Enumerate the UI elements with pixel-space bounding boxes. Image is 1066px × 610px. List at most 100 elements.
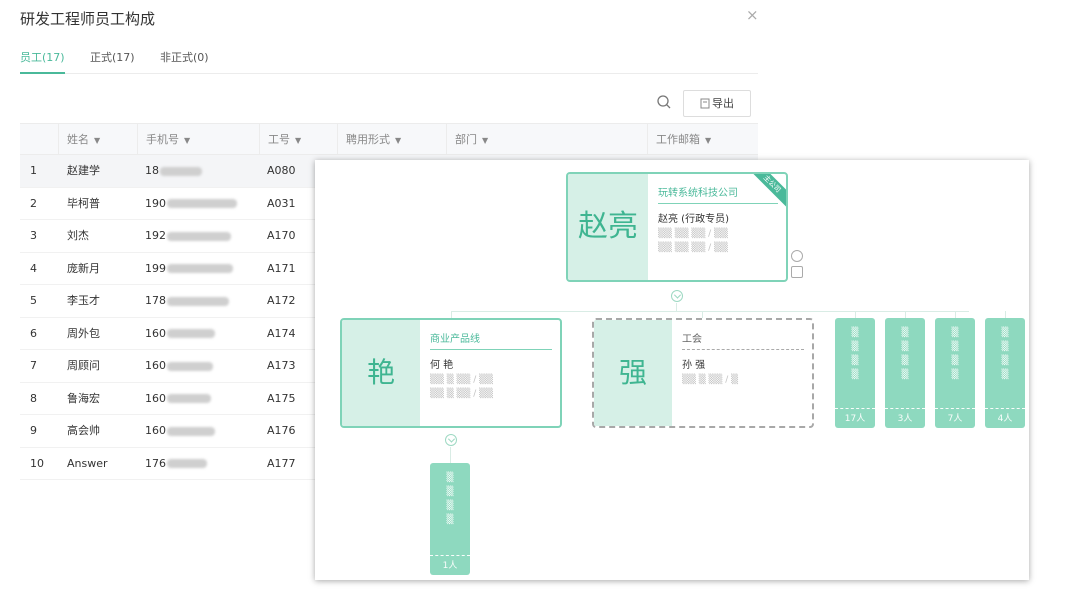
collapse-toggle-icon[interactable] (445, 434, 457, 446)
phone-cell: 192 (145, 220, 231, 252)
employee-id: A031 (267, 196, 296, 210)
phone-prefix: 18 (145, 164, 159, 177)
org-name: 玩转系统科技公司 (658, 184, 778, 204)
subunit-count: 3人 (885, 408, 925, 428)
phone-cell: 178 (145, 285, 229, 317)
org-node-business-line[interactable]: 艳 商业产品线 何 艳 ▒▒ ▒ ▒▒ / ▒▒ ▒▒ ▒ ▒▒ / ▒▒ (340, 318, 562, 428)
dialog-title: 研发工程师员工构成 (20, 10, 156, 28)
table-header: 姓名 ▼ 手机号 ▼ 工号 ▼ 聘用形式 ▼ 部门 ▼ 工作邮箱 ▼ (20, 123, 758, 156)
employee-name: 庞新月 (67, 261, 100, 275)
redacted-digits (167, 361, 213, 371)
edit-icon[interactable] (791, 266, 803, 278)
connector (955, 311, 956, 318)
row-index: 10 (30, 456, 44, 470)
employee-name: 高会帅 (67, 424, 100, 437)
org-name: 商业产品线 (430, 330, 552, 350)
org-subunit-column[interactable]: ▒ ▒ ▒ ▒ 17人 (835, 318, 875, 428)
employee-name: 鲁海宏 (67, 391, 100, 405)
search-icon[interactable] (656, 94, 672, 110)
avatar: 艳 (342, 320, 420, 426)
phone-prefix: 199 (145, 261, 166, 275)
column-header-id[interactable]: 工号 ▼ (259, 124, 301, 156)
phone-prefix: 160 (145, 359, 166, 372)
connector (905, 311, 906, 318)
phone-cell: 160 (145, 383, 211, 415)
employee-name: 赵建学 (67, 164, 100, 177)
row-index: 9 (30, 424, 37, 437)
employee-name: 刘杰 (67, 229, 89, 242)
subunit-label: ▒ ▒ ▒ ▒ (951, 328, 959, 380)
phone-prefix: 192 (145, 229, 166, 242)
column-header-employment[interactable]: 聘用形式 ▼ (337, 124, 401, 156)
org-chart-overlay: 赵亮 玩转系统科技公司 赵亮 (行政专员) ▒▒ ▒▒ ▒▒ / ▒▒ ▒▒ ▒… (315, 160, 1029, 580)
phone-cell: 160 (145, 350, 213, 382)
row-index: 6 (30, 326, 37, 340)
subunit-label: ▒ ▒ ▒ ▒ (1001, 328, 1009, 380)
phone-cell: 18 (145, 155, 202, 187)
org-subunit-column[interactable]: ▒ ▒ ▒ ▒ 1人 (430, 463, 470, 575)
row-index: 4 (30, 261, 37, 275)
phone-cell: 160 (145, 415, 215, 447)
person-name: 孙 强 (682, 360, 706, 371)
tab-all-employees[interactable]: 员工(17) (20, 50, 65, 74)
row-index: 7 (30, 359, 37, 372)
column-header-name[interactable]: 姓名 ▼ (58, 124, 100, 156)
tab-informal[interactable]: 非正式(0) (160, 50, 209, 74)
employee-id: A177 (267, 456, 296, 470)
org-subunit-column[interactable]: ▒ ▒ ▒ ▒ 3人 (885, 318, 925, 428)
stat-line: ▒▒ ▒ ▒▒ / ▒ (682, 375, 739, 385)
row-index: 8 (30, 391, 37, 405)
employee-id: A080 (267, 164, 296, 177)
employee-name: 周顾问 (67, 359, 100, 372)
org-node-union[interactable]: 强 工会 孙 强 ▒▒ ▒ ▒▒ / ▒ (592, 318, 814, 428)
tab-bar: 员工(17) 正式(17) 非正式(0) (20, 50, 758, 74)
row-index: 5 (30, 294, 37, 307)
tab-formal[interactable]: 正式(17) (90, 50, 135, 74)
export-icon (700, 98, 710, 109)
phone-prefix: 176 (145, 456, 166, 470)
employee-id: A171 (267, 261, 296, 275)
connector (702, 311, 703, 318)
redacted-digits (160, 166, 202, 176)
export-button[interactable]: 导出 (683, 90, 751, 117)
row-index: 3 (30, 229, 37, 242)
employee-id: A174 (267, 326, 296, 340)
redacted-digits (167, 426, 215, 436)
stat-line: ▒▒ ▒▒ ▒▒ / ▒▒ (658, 229, 728, 239)
stat-line: ▒▒ ▒ ▒▒ / ▒▒ (430, 389, 493, 399)
employee-name: 李玉才 (67, 294, 100, 307)
subunit-label: ▒ ▒ ▒ ▒ (446, 473, 454, 525)
column-header-dept[interactable]: 部门 ▼ (446, 124, 488, 156)
redacted-digits (167, 394, 211, 403)
stat-line: ▒▒ ▒▒ ▒▒ / ▒▒ (658, 243, 728, 253)
avatar: 赵亮 (568, 174, 648, 280)
redacted-digits (167, 459, 207, 468)
org-subunit-column[interactable]: ▒ ▒ ▒ ▒ 4人 (985, 318, 1025, 428)
row-index: 1 (30, 164, 37, 177)
redacted-digits (167, 296, 229, 306)
connector (1005, 311, 1006, 318)
phone-prefix: 160 (145, 326, 166, 340)
employee-id: A173 (267, 359, 296, 372)
org-subunit-column[interactable]: ▒ ▒ ▒ ▒ 7人 (935, 318, 975, 428)
subunit-label: ▒ ▒ ▒ ▒ (851, 328, 859, 380)
phone-prefix: 160 (145, 391, 166, 405)
row-index: 2 (30, 196, 37, 210)
column-header-email[interactable]: 工作邮箱 ▼ (647, 124, 711, 156)
org-node-root[interactable]: 赵亮 玩转系统科技公司 赵亮 (行政专员) ▒▒ ▒▒ ▒▒ / ▒▒ ▒▒ ▒… (566, 172, 788, 282)
collapse-toggle-icon[interactable] (671, 290, 683, 302)
employee-name: Answer (67, 456, 108, 470)
redacted-digits (167, 231, 231, 241)
phone-cell: 176 (145, 448, 207, 480)
close-icon[interactable]: × (746, 6, 759, 24)
redacted-digits (167, 264, 233, 273)
phone-cell: 160 (145, 318, 215, 350)
org-name: 工会 (682, 330, 804, 350)
subunit-count: 17人 (835, 408, 875, 428)
column-header-phone[interactable]: 手机号 ▼ (137, 124, 190, 156)
person-name: 赵亮 (行政专员) (658, 214, 729, 225)
phone-prefix: 190 (145, 196, 166, 210)
redacted-digits (167, 199, 237, 208)
info-icon[interactable] (791, 250, 803, 262)
connector (450, 447, 451, 463)
